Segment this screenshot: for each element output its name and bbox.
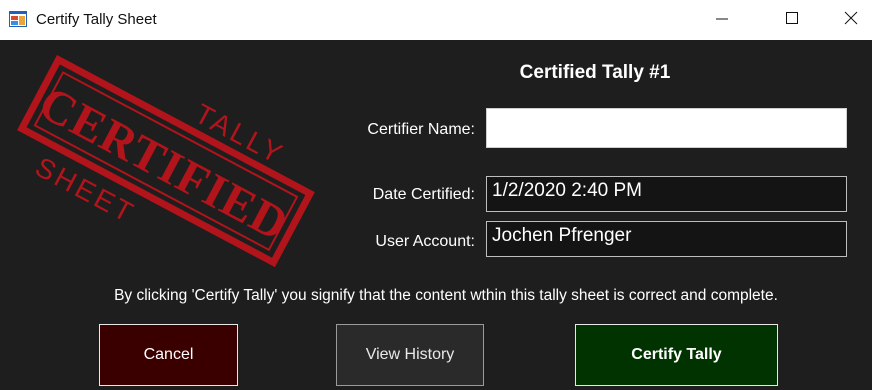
form-heading: Certified Tally #1 xyxy=(519,62,671,83)
close-button[interactable] xyxy=(828,0,872,36)
dialog-body: CERTIFIED TALLY SHEET Certified Tally #1… xyxy=(0,40,872,390)
certifier-name-input[interactable] xyxy=(486,108,847,148)
window-title: Certify Tally Sheet xyxy=(36,11,157,28)
certify-notice: By clicking 'Certify Tally' you signify … xyxy=(114,287,778,304)
view-history-button[interactable]: View History xyxy=(336,324,484,386)
user-account-field: Jochen Pfrenger xyxy=(486,221,847,257)
cancel-button[interactable]: Cancel xyxy=(99,324,238,386)
user-account-label: User Account: xyxy=(375,233,475,250)
certify-tally-button[interactable]: Certify Tally xyxy=(575,324,778,386)
certified-stamp-logo: CERTIFIED TALLY SHEET xyxy=(17,55,315,268)
title-bar: Certify Tally Sheet xyxy=(0,0,872,40)
maximize-button[interactable] xyxy=(769,0,815,36)
app-icon xyxy=(9,11,27,27)
close-icon xyxy=(844,11,858,25)
date-certified-label: Date Certified: xyxy=(372,186,475,203)
certifier-name-label: Certifier Name: xyxy=(367,121,475,138)
date-certified-field: 1/2/2020 2:40 PM xyxy=(486,176,847,212)
minimize-icon xyxy=(716,18,728,20)
maximize-icon xyxy=(786,12,798,24)
minimize-button[interactable] xyxy=(699,0,745,36)
